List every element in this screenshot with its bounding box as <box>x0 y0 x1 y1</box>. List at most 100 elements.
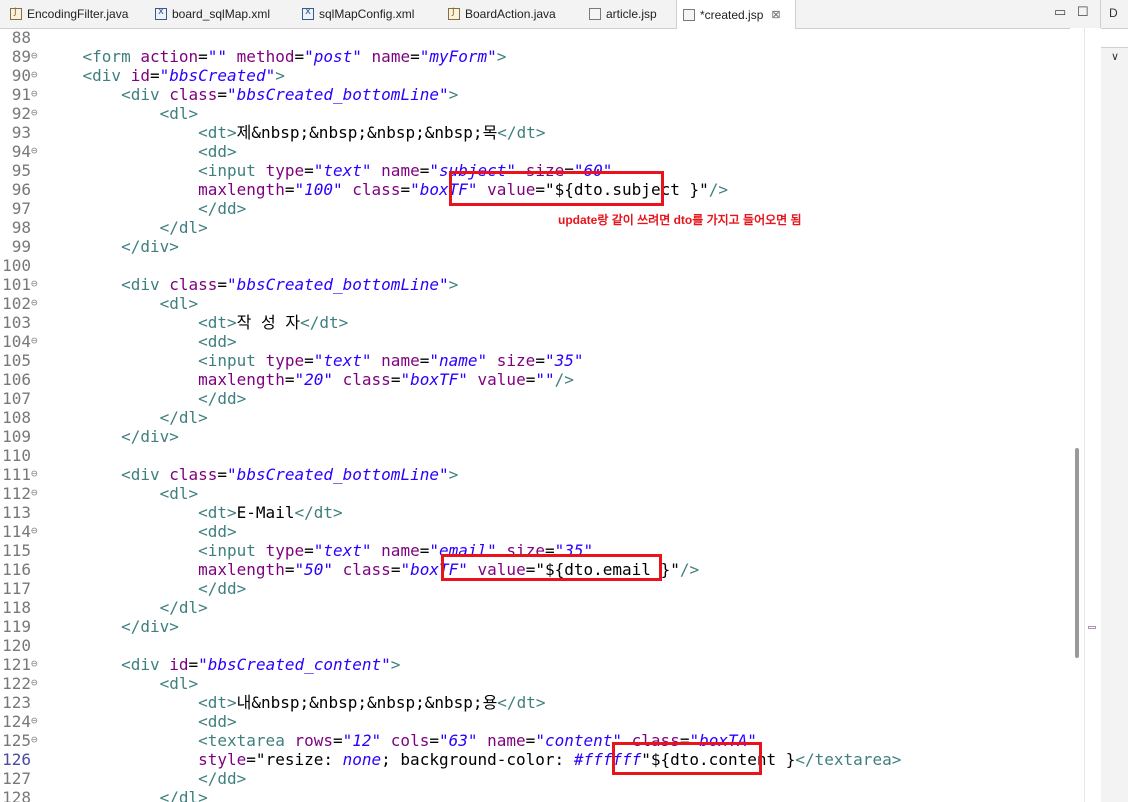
code-line[interactable]: 93 <dt>제&nbsp;&nbsp;&nbsp;&nbsp;목</dt> <box>0 123 1070 142</box>
fold-toggle-icon[interactable]: ⊖ <box>31 715 38 727</box>
highlight-box <box>612 742 762 775</box>
code-line[interactable]: 102 ⊖ <dl> <box>0 294 1070 313</box>
code-line[interactable]: 105 <input type="text" name="name" size=… <box>0 351 1070 370</box>
tab-encodingfilter-java[interactable]: EncodingFilter.java <box>4 0 150 28</box>
code-line[interactable]: 119 </div> <box>0 617 1070 636</box>
code-text: <div id="bbsCreated_content"> <box>121 655 401 674</box>
fold-toggle-icon[interactable]: ⊖ <box>31 734 38 746</box>
line-number: 100 <box>2 256 31 275</box>
line-number: 106 <box>2 370 31 389</box>
code-line[interactable]: 128 </dl> <box>0 788 1070 802</box>
code-line[interactable]: 117 </dd> <box>0 579 1070 598</box>
fold-toggle-icon[interactable]: ⊖ <box>31 297 38 309</box>
code-line[interactable]: 103 <dt>작 성 자</dt> <box>0 313 1070 332</box>
fold-toggle-icon[interactable]: ⊖ <box>31 677 38 689</box>
code-line[interactable]: 89 ⊖ <form action="" method="post" name="… <box>0 47 1070 66</box>
line-number: 95 <box>11 161 31 180</box>
code-text: </dd> <box>198 769 247 788</box>
line-number: 122 <box>2 674 31 693</box>
code-text: </div> <box>121 427 179 446</box>
code-line[interactable]: 91 ⊖ <div class="bbsCreated_bottomLine"> <box>0 85 1070 104</box>
code-line[interactable]: 123 <dt>내&nbsp;&nbsp;&nbsp;&nbsp;용</dt> <box>0 693 1070 712</box>
xml-file-icon <box>302 6 314 20</box>
code-text: <div class="bbsCreated_bottomLine"> <box>121 465 459 484</box>
line-number: 123 <box>2 693 31 712</box>
code-line[interactable]: 98 </dl> <box>0 218 1070 237</box>
tab-article-jsp[interactable]: article.jsp <box>583 0 674 28</box>
code-line[interactable]: 94 ⊖ <dd> <box>0 142 1070 161</box>
highlight-box <box>441 554 662 581</box>
line-number: 111 <box>2 465 31 484</box>
line-number: 99 <box>11 237 31 256</box>
line-number: 125 <box>2 731 31 750</box>
code-text: </dl> <box>159 218 208 237</box>
fold-toggle-icon[interactable]: ⊖ <box>31 88 38 100</box>
code-line[interactable]: 101 ⊖ <div class="bbsCreated_bottomLine"> <box>0 275 1070 294</box>
code-text: </dl> <box>159 408 208 427</box>
overview-marker[interactable] <box>1088 626 1096 629</box>
tab-label: article.jsp <box>606 7 657 21</box>
line-number: 102 <box>2 294 31 313</box>
fold-toggle-icon[interactable]: ⊖ <box>31 335 38 347</box>
code-line[interactable]: 88 <box>0 28 1070 47</box>
line-number: 110 <box>2 446 31 465</box>
code-line[interactable]: 108 </dl> <box>0 408 1070 427</box>
code-line[interactable]: 109 </div> <box>0 427 1070 446</box>
code-line[interactable]: 100 <box>0 256 1070 275</box>
code-line[interactable]: 92 ⊖ <dl> <box>0 104 1070 123</box>
code-line[interactable]: 106 maxlength="20" class="boxTF" value="… <box>0 370 1070 389</box>
jsp-file-icon <box>683 8 695 21</box>
fold-toggle-icon[interactable]: ⊖ <box>31 468 38 480</box>
code-line[interactable]: 118 </dl> <box>0 598 1070 617</box>
fold-toggle-icon[interactable]: ⊖ <box>31 69 38 81</box>
code-text: <dt>제&nbsp;&nbsp;&nbsp;&nbsp;목</dt> <box>198 123 546 142</box>
code-line[interactable]: 122 ⊖ <dl> <box>0 674 1070 693</box>
scrollbar-thumb[interactable] <box>1075 448 1079 658</box>
tab-sqlmapconfig-xml[interactable]: sqlMapConfig.xml <box>296 0 442 28</box>
tab-boardaction-java[interactable]: BoardAction.java <box>442 0 583 28</box>
fold-toggle-icon[interactable]: ⊖ <box>31 525 38 537</box>
line-number: 128 <box>2 788 31 802</box>
code-text: <dd> <box>198 142 237 161</box>
code-line[interactable]: 90 ⊖ <div id="bbsCreated"> <box>0 66 1070 85</box>
overview-ruler[interactable] <box>1084 28 1101 802</box>
code-line[interactable]: 113 <dt>E-Mail</dt> <box>0 503 1070 522</box>
fold-toggle-icon[interactable]: ⊖ <box>31 278 38 290</box>
code-line[interactable]: 114 ⊖ <dd> <box>0 522 1070 541</box>
line-number: 112 <box>2 484 31 503</box>
code-line[interactable]: 111 ⊖ <div class="bbsCreated_bottomLine"> <box>0 465 1070 484</box>
code-line[interactable]: 107 </dd> <box>0 389 1070 408</box>
code-text: <dt>작 성 자</dt> <box>198 313 349 332</box>
tab-board-sqlmap-xml[interactable]: board_sqlMap.xml <box>149 0 295 28</box>
line-number: 92 <box>11 104 31 123</box>
vertical-scrollbar[interactable] <box>1070 28 1084 802</box>
close-icon[interactable]: ⊠ <box>771 8 780 21</box>
code-editor[interactable]: 88 89 ⊖ <form action="" method="post" name… <box>0 28 1070 802</box>
minimize-button[interactable]: ▭ <box>1054 4 1066 20</box>
fold-toggle-icon[interactable]: ⊖ <box>31 145 38 157</box>
fold-toggle-icon[interactable]: ⊖ <box>31 487 38 499</box>
code-line[interactable]: 121 ⊖ <div id="bbsCreated_content"> <box>0 655 1070 674</box>
code-line[interactable]: 110 <box>0 446 1070 465</box>
fold-toggle-icon[interactable]: ⊖ <box>31 50 38 62</box>
line-number: 114 <box>2 522 31 541</box>
chevron-down-icon[interactable]: ∨ <box>1111 50 1119 63</box>
line-number: 107 <box>2 389 31 408</box>
line-number: 118 <box>2 598 31 617</box>
side-panel-title[interactable]: D <box>1109 6 1118 20</box>
code-line[interactable]: 124 ⊖ <dd> <box>0 712 1070 731</box>
code-line[interactable]: 112 ⊖ <dl> <box>0 484 1070 503</box>
code-line[interactable]: 126 style="resize: none; background-colo… <box>0 750 1070 769</box>
code-text: </div> <box>121 237 179 256</box>
line-number: 96 <box>11 180 31 199</box>
code-line[interactable]: 127 </dd> <box>0 769 1070 788</box>
fold-toggle-icon[interactable]: ⊖ <box>31 658 38 670</box>
code-line[interactable]: 125 ⊖ <textarea rows="12" cols="63" name=… <box>0 731 1070 750</box>
fold-toggle-icon[interactable]: ⊖ <box>31 107 38 119</box>
tab-created-jsp[interactable]: *created.jsp ⊠ <box>676 0 796 29</box>
code-line[interactable]: 104 ⊖ <dd> <box>0 332 1070 351</box>
maximize-button[interactable]: ☐ <box>1077 4 1089 20</box>
line-number: 117 <box>2 579 31 598</box>
code-line[interactable]: 120 <box>0 636 1070 655</box>
code-line[interactable]: 99 </div> <box>0 237 1070 256</box>
